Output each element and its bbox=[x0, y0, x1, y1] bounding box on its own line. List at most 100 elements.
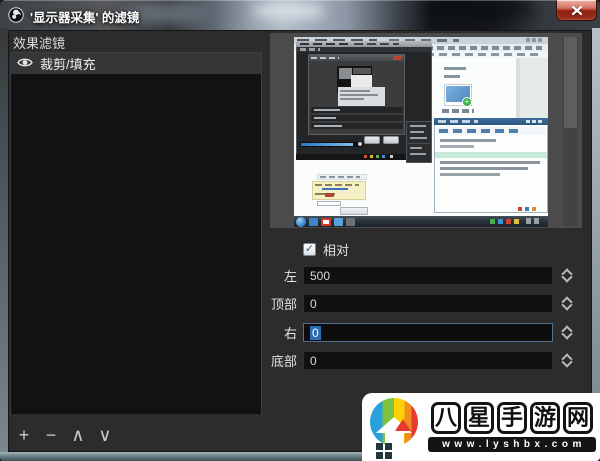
filter-preview-panel: + bbox=[270, 33, 582, 228]
crop-top-input[interactable] bbox=[303, 294, 553, 313]
preview-detail bbox=[325, 193, 334, 197]
preview-detail bbox=[526, 38, 544, 42]
crop-right-spinner bbox=[558, 323, 576, 342]
preview-detail bbox=[300, 48, 320, 51]
site-name: 八 星 手 游 网 bbox=[430, 401, 594, 435]
preview-detail bbox=[525, 207, 529, 211]
preview-detail bbox=[354, 43, 399, 45]
preview-detail bbox=[442, 109, 474, 113]
preview-mini-button bbox=[364, 136, 380, 144]
preview-taskbar-icon bbox=[309, 218, 318, 226]
preview-detail bbox=[518, 207, 522, 211]
preview-detail bbox=[311, 57, 339, 59]
visibility-eye-icon[interactable] bbox=[17, 56, 33, 71]
preview-scrollbar-thumb[interactable] bbox=[564, 37, 577, 128]
titlebar-glass-blur bbox=[252, 4, 326, 18]
preview-detail bbox=[314, 117, 336, 119]
dialog-client-area: 效果滤镜 裁剪/填充 + − ∧ ∨ + ✓ 相对 左 500 顶部 0 右 0… bbox=[8, 30, 592, 452]
filter-row-crop-pad[interactable]: 裁剪/填充 bbox=[11, 53, 261, 74]
window-frame-left bbox=[0, 28, 8, 461]
preview-detail bbox=[439, 129, 519, 133]
preview-detail bbox=[300, 43, 350, 45]
crop-bottom-spinner bbox=[558, 351, 576, 370]
preview-detail bbox=[532, 207, 536, 211]
site-watermark: 八 星 手 游 网 www.lyshbx.com bbox=[362, 393, 600, 461]
crop-bottom-label: 底部 bbox=[270, 354, 297, 369]
preview-detail bbox=[390, 155, 393, 158]
preview-detail bbox=[353, 68, 371, 74]
preview-detail bbox=[314, 125, 342, 127]
crop-right-label: 右 bbox=[283, 326, 297, 341]
preview-detail bbox=[370, 155, 373, 158]
crop-pad-properties: ✓ 相对 左 顶部 右 bbox=[237, 242, 583, 379]
effect-filters-heading: 效果滤镜 bbox=[13, 36, 66, 51]
preview-tray-icon bbox=[498, 219, 503, 224]
preview-detail bbox=[526, 120, 544, 123]
crop-top-spinner bbox=[558, 294, 576, 313]
preview-detail bbox=[301, 143, 353, 146]
site-logo-icon bbox=[368, 397, 424, 459]
preview-tray-icon bbox=[514, 219, 519, 224]
preview-detail bbox=[314, 109, 340, 111]
relative-checkbox-label: 相对 bbox=[323, 242, 350, 258]
filters-list: 裁剪/填充 bbox=[10, 52, 262, 415]
site-name-char: 八 bbox=[430, 401, 461, 435]
preview-detail bbox=[440, 167, 528, 170]
crop-top-label: 顶部 bbox=[270, 297, 297, 312]
preview-detail bbox=[340, 98, 364, 100]
preview-detail bbox=[340, 94, 378, 96]
preview-detail bbox=[410, 125, 426, 127]
filter-label: 裁剪/填充 bbox=[40, 57, 96, 72]
crop-left-input[interactable] bbox=[303, 266, 553, 285]
preview-highlight-row bbox=[435, 152, 547, 158]
preview-detail bbox=[358, 142, 362, 146]
preview-detail bbox=[364, 155, 367, 158]
obs-filters-dialog: '显示器采集' 的滤镜 效果滤镜 裁剪/填充 + − ∧ ∨ + ✓ 相对 左 … bbox=[0, 0, 600, 461]
preview-detail bbox=[323, 220, 329, 224]
preview-context-menu bbox=[406, 121, 432, 163]
preview-tray-icon bbox=[490, 219, 495, 224]
preview-detail bbox=[440, 145, 474, 148]
preview-detail bbox=[426, 46, 542, 50]
selected-text: 0 bbox=[310, 325, 321, 340]
preview-detail bbox=[410, 137, 427, 139]
preview-scrollbar[interactable] bbox=[563, 37, 578, 226]
crop-bottom-input[interactable] bbox=[303, 351, 553, 370]
preview-detail bbox=[382, 155, 385, 158]
crop-right-input[interactable]: 0 bbox=[303, 323, 553, 342]
remove-filter-button[interactable]: − bbox=[42, 426, 60, 444]
relative-checkbox[interactable]: ✓ bbox=[303, 242, 316, 256]
window-title: '显示器采集' 的滤镜 bbox=[30, 11, 140, 25]
preview-detail bbox=[410, 131, 424, 133]
preview-taskbar-icon bbox=[334, 218, 343, 226]
close-button[interactable] bbox=[556, 0, 597, 21]
watermark-text: 八 星 手 游 网 www.lyshbx.com bbox=[428, 401, 596, 453]
preview-close-dot bbox=[393, 56, 401, 60]
preview-detail bbox=[440, 139, 496, 142]
preview-detail bbox=[410, 147, 422, 149]
move-filter-up-button[interactable]: ∧ bbox=[69, 426, 87, 444]
preview-tray-icon bbox=[506, 219, 511, 224]
preview-detail bbox=[340, 90, 370, 92]
preview-start-orb-icon bbox=[296, 217, 306, 227]
preview-detail bbox=[410, 153, 426, 155]
preview-detail bbox=[376, 155, 379, 158]
titlebar-glass-blur bbox=[425, 0, 535, 22]
preview-mini-button bbox=[383, 136, 399, 144]
logo-window-squares bbox=[376, 443, 392, 459]
preview-detail bbox=[426, 53, 538, 56]
preview-detail bbox=[444, 67, 466, 70]
preview-detail bbox=[438, 120, 478, 123]
preview-add-badge-icon: + bbox=[462, 97, 472, 107]
crop-left-spinner bbox=[558, 266, 576, 285]
site-name-char: 手 bbox=[496, 401, 527, 435]
preview-clock bbox=[526, 218, 542, 224]
titlebar[interactable]: '显示器采集' 的滤镜 bbox=[0, 0, 600, 30]
move-filter-down-button[interactable]: ∨ bbox=[96, 426, 114, 444]
add-filter-button[interactable]: + bbox=[15, 426, 33, 444]
preview-desktop-screenshot: + bbox=[294, 37, 548, 227]
filters-toolbar: + − ∧ ∨ bbox=[15, 426, 114, 444]
site-url: www.lyshbx.com bbox=[428, 437, 596, 453]
preview-detail bbox=[440, 173, 500, 176]
site-name-char: 网 bbox=[563, 401, 594, 435]
